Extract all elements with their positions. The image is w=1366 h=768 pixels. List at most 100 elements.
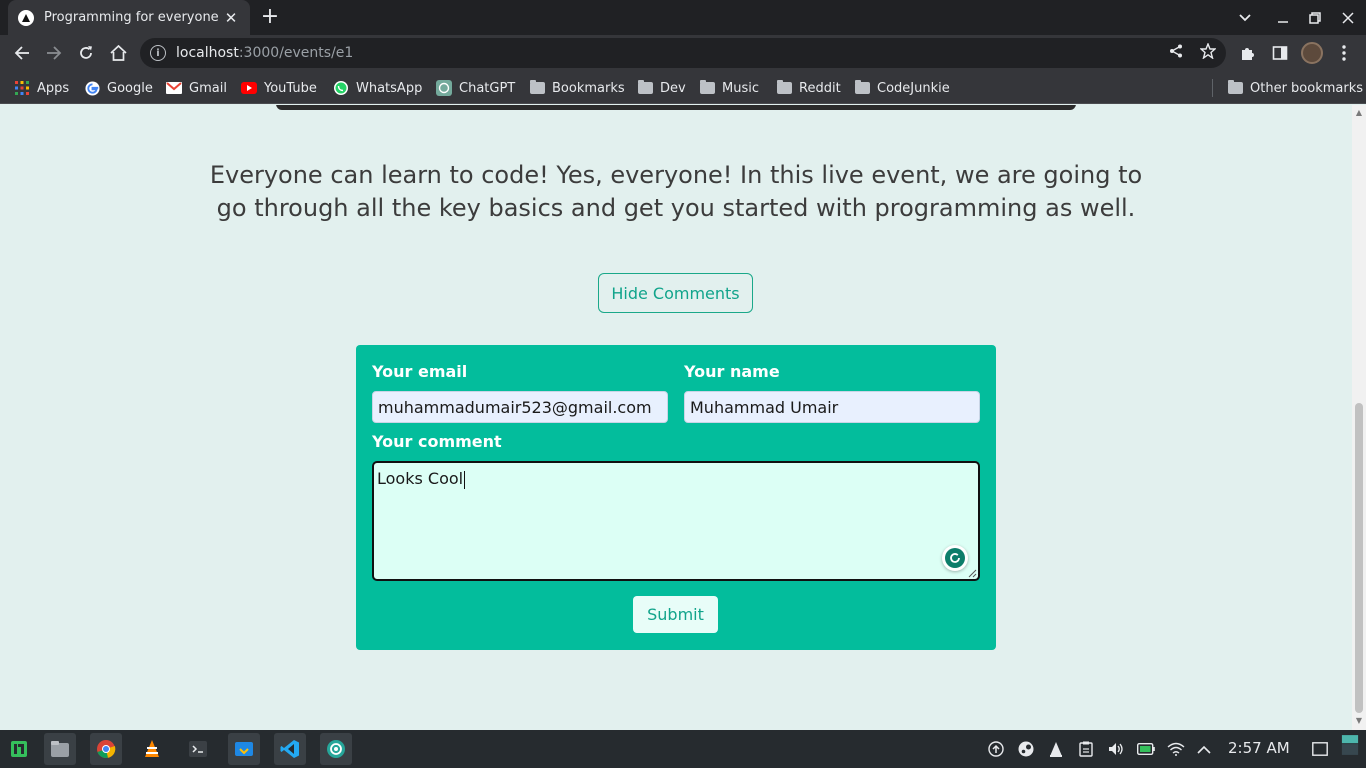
text-caret [464,470,466,489]
wifi-icon[interactable] [1167,740,1185,758]
battery-icon[interactable] [1137,740,1155,758]
name-label: Your name [684,362,780,381]
hide-comments-button[interactable]: Hide Comments [598,273,753,313]
whatsapp-icon [333,80,349,96]
folder-icon [776,80,792,96]
profile-avatar[interactable] [1299,40,1325,66]
email-field[interactable]: muhammadumair523@gmail.com [372,391,668,423]
site-info-icon[interactable]: i [150,45,166,61]
bookmark-apps[interactable]: Apps [14,78,69,98]
bookmark-label: Google [107,80,153,96]
forward-icon[interactable] [41,40,67,66]
scrollbar-thumb[interactable] [1355,403,1363,713]
bookmark-label: Reddit [799,80,841,96]
chrome-icon[interactable] [90,733,122,765]
bookmark-chatgpt[interactable]: ChatGPT [436,78,515,98]
back-icon[interactable] [9,40,35,66]
bookmark-folder-codejunkie[interactable]: CodeJunkie [854,78,950,98]
grammarly-icon[interactable] [942,545,968,571]
taskbar-clock[interactable]: 2:57 AM [1228,739,1290,757]
bookmark-label: Other bookmarks [1250,80,1364,96]
page-scrollbar[interactable]: ▲ ▼ [1352,105,1366,730]
folder-icon [637,80,653,96]
file-transfer-icon[interactable] [228,733,260,765]
bookmark-label: CodeJunkie [877,80,950,96]
start-menu-icon[interactable] [3,733,35,765]
bookmark-folder-bookmarks[interactable]: Bookmarks [529,78,625,98]
os-taskbar: 2:57 AM [0,730,1366,768]
google-icon [84,80,100,96]
restore-icon[interactable] [1298,0,1332,35]
tab-close-icon[interactable]: ✕ [222,9,240,27]
event-description: Everyone can learn to code! Yes, everyon… [209,161,1143,222]
resize-handle-icon[interactable] [968,569,977,578]
comment-label: Your comment [372,432,502,451]
bookmark-star-icon[interactable] [1199,42,1217,60]
browser-tab[interactable]: Programming for everyone ✕ [8,0,250,35]
close-window-icon[interactable] [1331,0,1365,35]
vlc-icon[interactable] [136,733,168,765]
scroll-down-arrow-icon[interactable]: ▼ [1355,717,1363,725]
steam-icon[interactable] [1017,740,1035,758]
bookmark-google[interactable]: Google [84,78,153,98]
folder-icon [1227,80,1243,96]
chatgpt-icon [436,80,452,96]
bookmark-label: Gmail [189,80,227,96]
file-manager-icon[interactable] [44,733,76,765]
bookmark-label: Apps [37,80,70,96]
show-desktop-icon[interactable] [1341,735,1359,755]
new-tab-icon[interactable]: + [258,6,282,30]
url-path: :3000/events/e1 [238,45,354,61]
bookmark-folder-other[interactable]: Other bookmarks [1227,78,1363,98]
home-icon[interactable] [105,40,131,66]
notifications-icon[interactable] [1311,740,1329,758]
vlc-tray-icon[interactable] [1047,740,1065,758]
browser-menu-icon[interactable] [1331,40,1357,66]
comment-text: Looks Cool [377,469,464,488]
bookmark-label: Music [722,80,759,96]
side-panel-icon[interactable] [1267,40,1293,66]
scroll-up-arrow-icon[interactable]: ▲ [1355,109,1363,117]
folder-icon [529,80,545,96]
comment-form: Your email Your name muhammadumair523@gm… [356,345,996,650]
bookmark-label: WhatsApp [356,80,423,96]
bookmark-youtube[interactable]: YouTube [241,78,317,98]
url-text: localhost:3000/events/e1 [176,45,353,61]
bookmark-folder-dev[interactable]: Dev [637,78,686,98]
email-label: Your email [372,362,468,381]
name-field[interactable]: Muhammad Umair [684,391,980,423]
tray-expand-icon[interactable] [1195,740,1213,758]
folder-icon [699,80,715,96]
camera-app-icon[interactable] [320,733,352,765]
terminal-icon[interactable] [182,733,214,765]
gmail-icon [166,80,182,96]
address-bar[interactable]: i localhost:3000/events/e1 [140,38,1226,68]
youtube-icon [241,80,257,96]
browser-toolbar: i localhost:3000/events/e1 [0,35,1366,71]
bookmarks-bar: Apps Google Gmail YouTube WhatsApp ChatG… [0,71,1366,104]
extensions-icon[interactable] [1235,40,1261,66]
share-icon[interactable] [1167,42,1185,60]
bookmark-label: YouTube [264,80,317,96]
nextjs-favicon-icon [18,9,34,26]
vscode-icon[interactable] [274,733,306,765]
update-icon[interactable] [987,740,1005,758]
bookmark-folder-music[interactable]: Music [699,78,759,98]
bookmark-whatsapp[interactable]: WhatsApp [333,78,422,98]
bookmarks-divider [1212,79,1213,97]
bookmark-label: Dev [660,80,686,96]
url-host: localhost [176,45,239,61]
tab-title: Programming for everyone [44,10,219,25]
reload-icon[interactable] [73,40,99,66]
tab-search-icon[interactable] [1228,0,1262,35]
bookmark-folder-reddit[interactable]: Reddit [776,78,841,98]
bookmark-gmail[interactable]: Gmail [166,78,227,98]
minimize-icon[interactable] [1266,0,1300,35]
clipboard-icon[interactable] [1077,740,1095,758]
volume-icon[interactable] [1107,740,1125,758]
apps-grid-icon [14,80,30,96]
folder-icon [854,80,870,96]
comment-textarea[interactable]: Looks Cool [372,461,980,581]
submit-button[interactable]: Submit [633,596,718,633]
page-content: Everyone can learn to code! Yes, everyon… [0,105,1352,730]
